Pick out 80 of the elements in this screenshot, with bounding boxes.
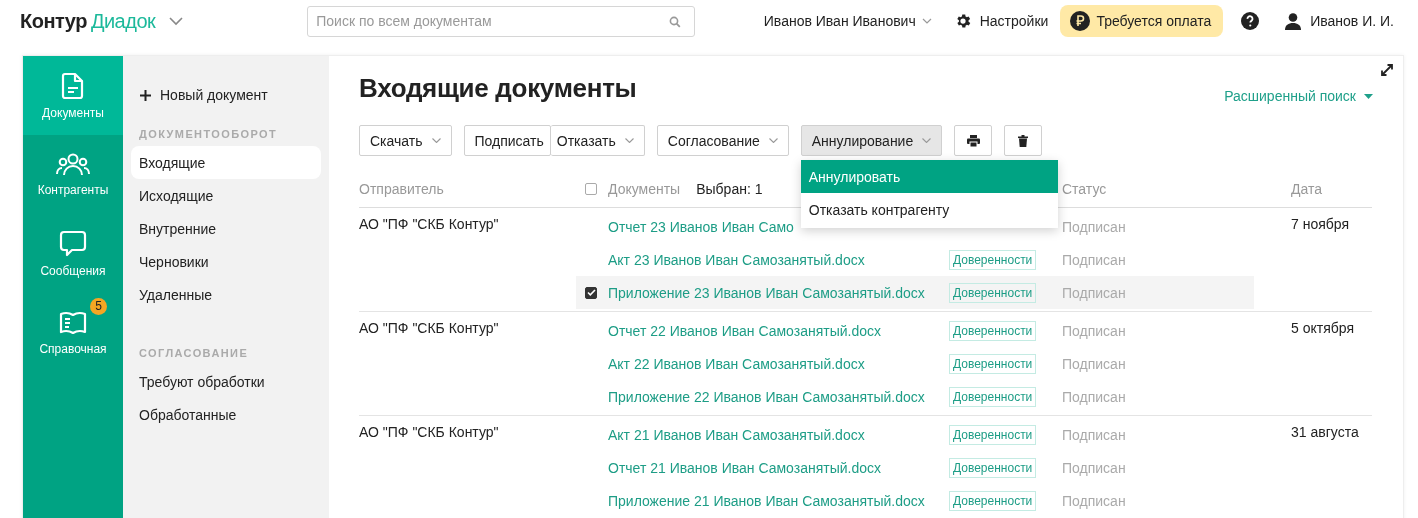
- tag: Доверенности: [949, 490, 1037, 511]
- date-text: 5 октября: [1291, 320, 1354, 336]
- notification-badge: 5: [90, 297, 107, 315]
- expand-icon[interactable]: [1381, 64, 1393, 76]
- tag: Доверенности: [949, 282, 1037, 303]
- sidebar-item[interactable]: Исходящие: [131, 179, 321, 212]
- document-icon: [61, 71, 85, 100]
- menu-item[interactable]: Отказать контрагенту: [800, 193, 1058, 226]
- sidebar-item[interactable]: Черновики: [131, 245, 321, 278]
- chat-icon: [59, 229, 87, 258]
- organization-selector[interactable]: Иванов Иван Иванович: [763, 13, 932, 29]
- tag: Доверенности: [949, 457, 1037, 478]
- page-title: Входящие документы: [359, 72, 637, 104]
- chevron-down-icon: [922, 138, 932, 143]
- user-menu[interactable]: Иванов И. И.: [1285, 12, 1394, 30]
- chevron-down-icon: [921, 18, 932, 24]
- status-text: Подписан: [1062, 218, 1126, 235]
- sender-name: АО "ПФ "СКБ Контур": [359, 320, 499, 336]
- date-text: 31 августа: [1291, 424, 1359, 440]
- section-heading: СОГЛАСОВАНИЕ: [138, 347, 250, 359]
- status-text: Подписан: [1062, 355, 1126, 372]
- ruble-icon: [1070, 11, 1091, 31]
- tag: Доверенности: [949, 353, 1037, 374]
- chevron-down-icon: [624, 138, 634, 143]
- sidebar-item[interactable]: Обработанные: [131, 398, 321, 431]
- dropdown-button[interactable]: Отказать: [550, 125, 645, 156]
- checkbox[interactable]: [585, 286, 597, 299]
- delete-button[interactable]: [1004, 125, 1043, 156]
- search-icon: [669, 15, 682, 28]
- column-header: Дата: [1291, 180, 1323, 197]
- new-document-button[interactable]: Новый документ: [131, 84, 321, 106]
- chevron-down-icon: [431, 138, 441, 143]
- sidebar-item[interactable]: Входящие: [131, 146, 321, 179]
- tag: Доверенности: [949, 424, 1037, 445]
- dropdown-button[interactable]: Аннулирование: [800, 125, 943, 156]
- sidebar-item[interactable]: Требуют обработки: [131, 365, 321, 398]
- chevron-down-icon: [768, 138, 778, 143]
- sender-name: АО "ПФ "СКБ Контур": [359, 216, 499, 232]
- sidebar-item[interactable]: Внутренние: [131, 212, 321, 245]
- column-header: Отправитель: [359, 180, 445, 197]
- dropdown-button[interactable]: Согласование: [656, 125, 789, 156]
- tag: Доверенности: [949, 320, 1037, 341]
- tag: Доверенности: [949, 249, 1037, 270]
- column-header: Документы: [608, 180, 681, 197]
- status-text: Подписан: [1062, 284, 1126, 301]
- rail-item[interactable]: 5 Справочная: [23, 293, 123, 372]
- toolbar-button[interactable]: Подписать: [463, 125, 551, 156]
- rail-label: Справочная: [39, 341, 107, 356]
- column-header: Статус: [1062, 180, 1108, 197]
- tag: Доверенности: [949, 386, 1037, 407]
- date-text: 7 ноября: [1291, 216, 1349, 232]
- status-text: Подписан: [1062, 322, 1126, 339]
- print-button[interactable]: [954, 125, 993, 156]
- chevron-down-icon[interactable]: [169, 16, 184, 26]
- book-icon: [59, 309, 87, 336]
- status-text: Подписан: [1062, 459, 1126, 476]
- section-heading: ДОКУМЕНТООБОРОТ: [138, 128, 279, 140]
- settings-link[interactable]: Настройки: [953, 12, 1049, 30]
- people-icon: [56, 152, 90, 177]
- trash-icon: [1018, 134, 1029, 147]
- status-text: Подписан: [1062, 388, 1126, 405]
- search-field[interactable]: Поиск по всем документам: [307, 5, 696, 37]
- dropdown-button[interactable]: Скачать: [359, 125, 452, 156]
- printer-icon: [966, 134, 980, 147]
- sidebar-item[interactable]: Удаленные: [131, 278, 321, 311]
- caret-down-icon: [1364, 93, 1373, 99]
- status-text: Подписан: [1062, 251, 1126, 268]
- status-text: Подписан: [1062, 492, 1126, 509]
- rail-label: Документы: [42, 105, 104, 120]
- rail-label: Сообщения: [40, 263, 106, 278]
- selected-count: Выбран: 1: [696, 180, 763, 197]
- sender-name: АО "ПФ "СКБ Контур": [359, 424, 499, 440]
- checkbox[interactable]: [585, 182, 597, 195]
- plus-icon: [140, 89, 151, 101]
- status-text: Подписан: [1062, 426, 1126, 443]
- rail-label: Контрагенты: [37, 182, 109, 197]
- help-icon[interactable]: [1241, 12, 1260, 30]
- logo[interactable]: Контур Диадок: [20, 9, 156, 33]
- user-icon: [1285, 12, 1302, 30]
- payment-required-button[interactable]: Требуется оплата: [1060, 5, 1224, 37]
